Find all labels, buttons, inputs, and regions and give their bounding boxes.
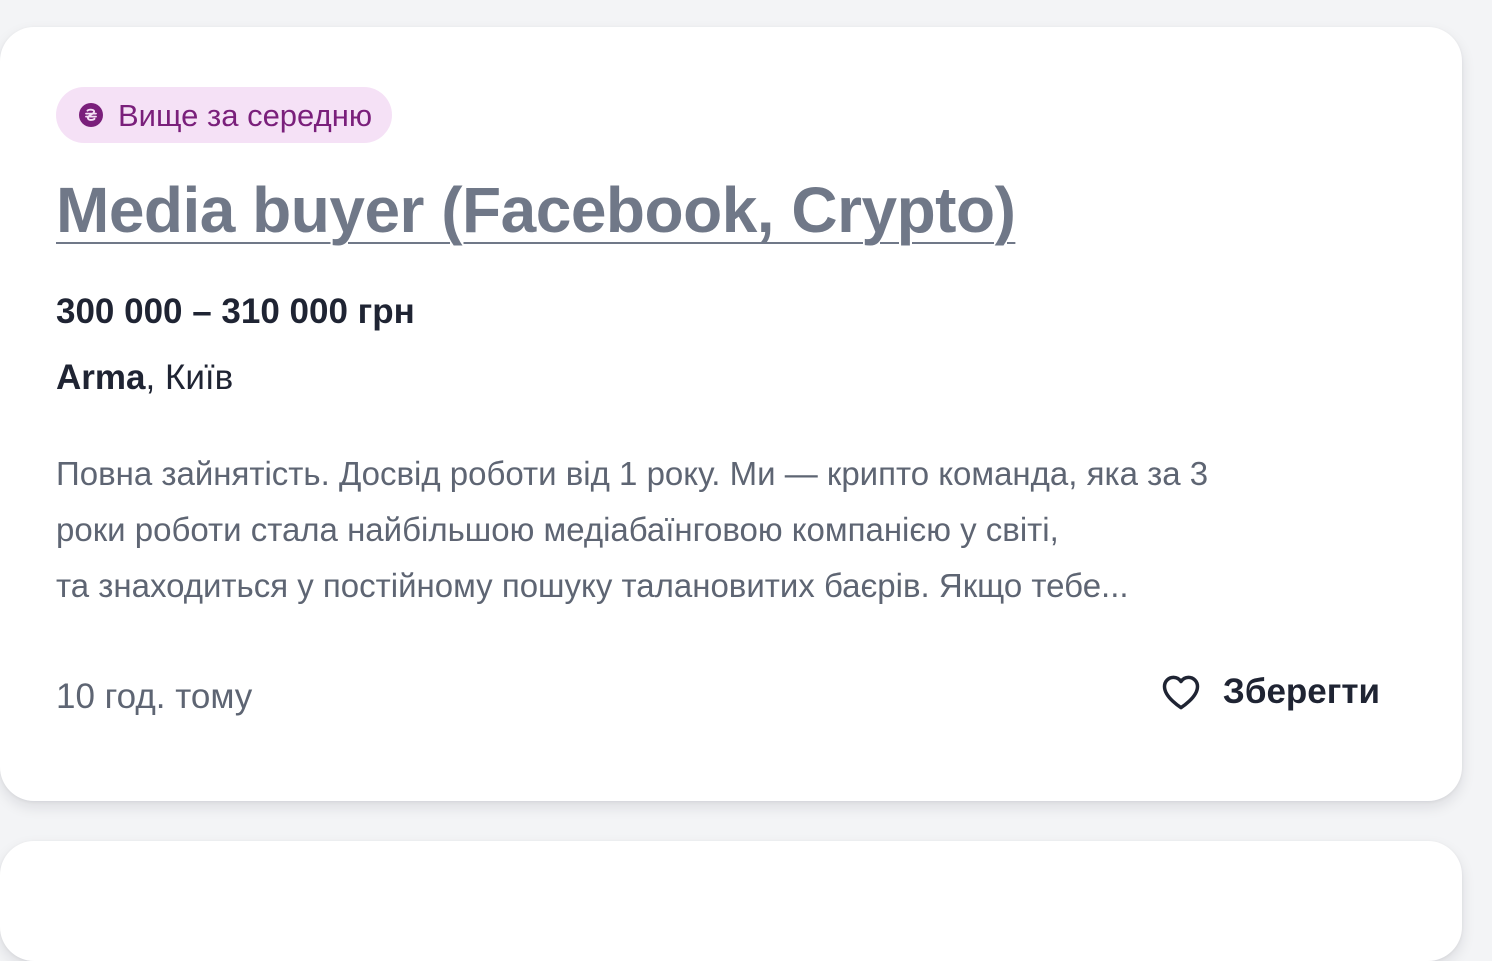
posted-time: 10 год. тому — [56, 677, 253, 716]
badge-label: Вище за середню — [118, 97, 373, 133]
salary-above-average-badge: Вище за середню — [56, 87, 393, 143]
description-line: та знаходиться у постійному пошуку талан… — [56, 567, 1129, 604]
hryvnia-coin-icon — [78, 102, 104, 128]
company-name: Arma — [56, 358, 146, 397]
next-vacancy-card — [0, 841, 1462, 961]
vacancy-card: Вище за середню Media buyer (Facebook, C… — [0, 27, 1462, 801]
description-line: Повна зайнятість. Досвід роботи від 1 ро… — [56, 455, 1209, 492]
salary-range: 300 000 – 310 000 грн — [56, 292, 415, 331]
description-line: роки роботи стала найбільшою медіабаїнго… — [56, 511, 1059, 548]
company-location: Arma, Київ — [56, 357, 233, 399]
heart-outline-icon — [1159, 670, 1203, 714]
save-label: Зберегти — [1222, 672, 1380, 711]
save-button[interactable]: Зберегти — [1159, 670, 1380, 714]
location-separator: , — [145, 358, 165, 397]
location: Київ — [164, 358, 234, 397]
vacancy-description: Повна зайнятість. Досвід роботи від 1 ро… — [56, 446, 1356, 614]
vacancy-title-link[interactable]: Media buyer (Facebook, Crypto) — [56, 172, 1016, 249]
